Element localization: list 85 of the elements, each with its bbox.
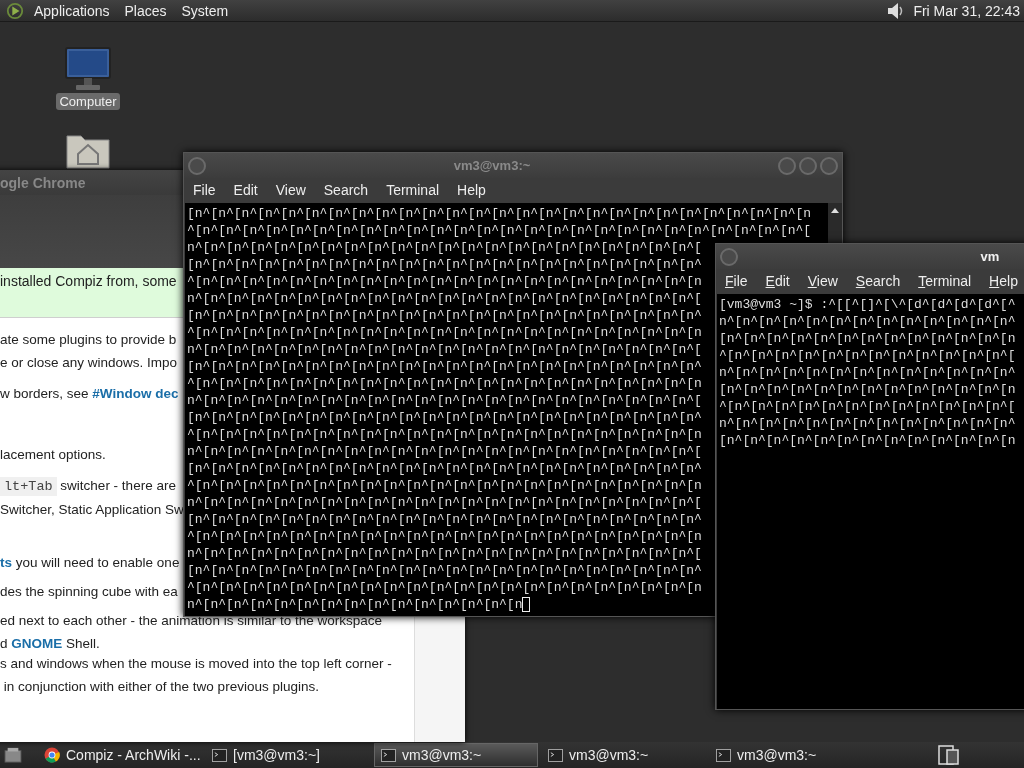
terminal-icon <box>716 748 731 762</box>
terminal-line: ^[n^[n^[n^[n^[n^[n^[n^[n^[n^[n^[n^[n^[n^[n^[n^[n^[n^[n^[n^[n^[n^[n <box>187 273 702 290</box>
paragraph-text: des the spinning cube with ea <box>0 583 178 601</box>
paragraph-text: lacement options. <box>0 446 106 464</box>
link[interactable]: GNOME <box>11 636 63 651</box>
menu-item[interactable]: Search <box>855 272 901 289</box>
paragraph-text: s and windows when the mouse is moved into the top left corner - <box>0 655 392 673</box>
terminal-line: n^[n^[n^[n^[n^[n^[n^[n^[n^[n^[n^[n^[n^ <box>719 313 1016 330</box>
taskbar-item[interactable]: vm3@vm3:~ <box>710 743 874 767</box>
clock[interactable]: Fri Mar 31, 22:43 <box>913 2 1020 19</box>
keyboard-shortcut: lt+Tab <box>0 477 57 496</box>
panel-menu[interactable]: Applications <box>34 2 110 19</box>
paragraph-text: ate some plugins to provide b <box>0 331 177 349</box>
terminal-line: n^[n^[n^[n^[n^[n^[n^[n^[n^[n^[n^[n^[n^[n^[n^[n^[n^[n^[n^[n^[n^[n^[ <box>187 239 702 256</box>
paragraph-text: d GNOME Shell. <box>0 635 100 653</box>
menu-item[interactable]: Terminal <box>918 272 972 289</box>
menu-item[interactable]: File <box>725 272 748 289</box>
terminal-icon <box>212 748 227 762</box>
terminal-icon <box>548 748 563 762</box>
menu-item[interactable]: Search <box>323 181 369 198</box>
link[interactable]: #Window dec <box>92 386 179 401</box>
menu-item[interactable]: File <box>193 181 216 198</box>
terminal-line: [n^[n^[n^[n^[n^[n^[n^[n^[n^[n^[n^[n^[n^[n^[n^[n^[n^[n^[n^[n^[n^[n^ <box>187 562 702 579</box>
terminal-line: n^[n^[n^[n^[n^[n^[n^[n^[n^[n^[n^[n^[n^[n^[n^[n^[n^[n^[n^[n^[n^[n^[ <box>187 341 702 358</box>
terminal-line: n^[n^[n^[n^[n^[n^[n^[n^[n^[n^[n^[n^[n^ <box>719 415 1016 432</box>
terminal-line: n^[n^[n^[n^[n^[n^[n^[n^[n^[n^[n^[n^[n^[n^[n^[n^[n^[n^[n^[n^[n^[n^[ <box>187 392 702 409</box>
menu-item[interactable]: Edit <box>233 181 258 198</box>
desktop-icon[interactable] <box>4 747 22 763</box>
menu-item[interactable]: Help <box>989 272 1018 289</box>
terminal-line: [n^[n^[n^[n^[n^[n^[n^[n^[n^[n^[n^[n^[n^[n^[n^[n^[n^[n^[n^[n^[n^[n^ <box>187 358 702 375</box>
computer-icon[interactable] <box>64 46 112 92</box>
panel-menu[interactable]: System <box>181 2 229 19</box>
terminal-line: n^[n^[n^[n^[n^[n^[n^[n^[n^[n^[n^[n^[n^[n^[n^[n^[n^[n^[n^[n^[n^[n^[ <box>187 290 702 307</box>
terminal-line: ^[n^[n^[n^[n^[n^[n^[n^[n^[n^[n^[n^[n^[n^[n^[n^[n^[n^[n^[n^[n^[n^[n^[n^[n^[n^[n^[ <box>187 222 812 239</box>
terminal-line: ^[n^[n^[n^[n^[n^[n^[n^[n^[n^[n^[n^[n^[ <box>719 398 1016 415</box>
panel-menu[interactable]: Places <box>124 2 167 19</box>
menu-item[interactable]: View <box>807 272 838 289</box>
terminal-line: n^[n^[n^[n^[n^[n^[n^[n^[n^[n^[n^[n^[n^[n^[n^[n^[n^[n^[n^[n^[n^[n^[ <box>187 443 702 460</box>
notice-text: installed Compiz from, some <box>0 273 177 289</box>
terminal-line: [n^[n^[n^[n^[n^[n^[n^[n^[n^[n^[n^[n^[n^[n^[n^[n^[n^[n^[n^[n^[n^[n^ <box>187 511 702 528</box>
taskbar-item[interactable]: vm3@vm3:~ <box>374 743 538 767</box>
terminal-line: [n^[n^[n^[n^[n^[n^[n^[n^[n^[n^[n^[n^[n^[n^[n^[n^[n^[n^[n^[n^[n^[n^ <box>187 409 702 426</box>
taskbar-item[interactable]: vm3@vm3:~ <box>542 743 706 767</box>
paragraph-text: ts you will need to enable one <box>0 554 180 572</box>
logo-icon[interactable] <box>6 1 24 20</box>
terminal-line: n^[n^[n^[n^[n^[n^[n^[n^[n^[n^[n^[n^[n^[n^[n <box>187 596 523 613</box>
terminal-line: [n^[n^[n^[n^[n^[n^[n^[n^[n^[n^[n^[n^[n <box>719 432 1016 449</box>
taskbar-item[interactable]: Compiz - ArchWiki -... <box>38 743 202 767</box>
terminal-line: [n^[n^[n^[n^[n^[n^[n^[n^[n^[n^[n^[n^[n <box>719 381 1016 398</box>
terminal-line: [n^[n^[n^[n^[n^[n^[n^[n^[n^[n^[n^[n^[n^[n^[n^[n^[n^[n^[n^[n^[n^[n^ <box>187 460 702 477</box>
terminal-line: ^[n^[n^[n^[n^[n^[n^[n^[n^[n^[n^[n^[n^[n^[n^[n^[n^[n^[n^[n^[n^[n^[n <box>187 375 702 392</box>
paragraph-text: e or close any windows. Impo <box>0 354 178 372</box>
paragraph-text: w borders, see #Window dec <box>0 385 179 403</box>
terminal-line: ^[n^[n^[n^[n^[n^[n^[n^[n^[n^[n^[n^[n^[n^[n^[n^[n^[n^[n^[n^[n^[n^[n <box>187 528 702 545</box>
paragraph-text: in conjunction with either of the two previous plugins. <box>2 678 319 696</box>
terminal-line: ^[n^[n^[n^[n^[n^[n^[n^[n^[n^[n^[n^[n^[n^[n^[n^[n^[n^[n^[n^[n^[n^[n <box>187 477 702 494</box>
workspace-icon[interactable] <box>938 745 960 765</box>
taskbar-item[interactable]: [vm3@vm3:~] <box>206 743 370 767</box>
window-title: ogle Chrome <box>0 174 86 191</box>
browser-icon <box>44 747 60 763</box>
terminal-line: ^[n^[n^[n^[n^[n^[n^[n^[n^[n^[n^[n^[n^[n^[n^[n^[n^[n^[n^[n^[n^[n^[n <box>187 426 702 443</box>
terminal-line: n^[n^[n^[n^[n^[n^[n^[n^[n^[n^[n^[n^[n^[n^[n^[n^[n^[n^[n^[n^[n^[n^[ <box>187 545 702 562</box>
link[interactable]: ts <box>0 555 12 570</box>
menu-item[interactable]: Edit <box>765 272 790 289</box>
terminal-line: ^[n^[n^[n^[n^[n^[n^[n^[n^[n^[n^[n^[n^[ <box>719 347 1016 364</box>
icon-label[interactable]: Computer <box>56 93 120 110</box>
menu-item[interactable]: Terminal <box>386 181 440 198</box>
menu-item[interactable]: View <box>275 181 306 198</box>
window-title: vm3@vm3:~ <box>452 158 532 173</box>
terminal-line: ^[n^[n^[n^[n^[n^[n^[n^[n^[n^[n^[n^[n^[n^[n^[n^[n^[n^[n^[n^[n^[n^[n <box>187 324 702 341</box>
menu-item[interactable]: Help <box>457 181 486 198</box>
paragraph-text: lt+Tab switcher - there are <box>0 474 176 498</box>
terminal-line: n^[n^[n^[n^[n^[n^[n^[n^[n^[n^[n^[n^[n^[n^[n^[n^[n^[n^[n^[n^[n^[n^[ <box>187 494 702 511</box>
terminal-line: ^[n^[n^[n^[n^[n^[n^[n^[n^[n^[n^[n^[n^[n^[n^[n^[n^[n^[n^[n^[n^[n^[n <box>187 579 702 596</box>
terminal-line: [n^[n^[n^[n^[n^[n^[n^[n^[n^[n^[n^[n^[n^[n^[n^[n^[n^[n^[n^[n^[n^[n^[n^[n^[n^[n^[n <box>187 205 812 222</box>
terminal-line: [n^[n^[n^[n^[n^[n^[n^[n^[n^[n^[n^[n^[n^[n^[n^[n^[n^[n^[n^[n^[n^[n^ <box>187 307 702 324</box>
terminal-line: n^[n^[n^[n^[n^[n^[n^[n^[n^[n^[n^[n^[n^ <box>719 364 1016 381</box>
paragraph-text: ed next to each other - the animation is similar to the workspace <box>0 612 382 630</box>
terminal-icon <box>381 748 396 762</box>
scroll-up-icon[interactable] <box>830 206 840 214</box>
terminal-line: [vm3@vm3 ~]$ :^[[^[]^[\^[d^[d^[d^[d^[^ <box>719 296 1016 313</box>
terminal-line: [n^[n^[n^[n^[n^[n^[n^[n^[n^[n^[n^[n^[n^[n^[n^[n^[n^[n^[n^[n^[n^[n^ <box>187 256 702 273</box>
window-title: vm <box>979 249 1001 264</box>
terminal-line: [n^[n^[n^[n^[n^[n^[n^[n^[n^[n^[n^[n^[n <box>719 330 1016 347</box>
paragraph-text: Switcher, Static Application Sw <box>0 501 184 519</box>
